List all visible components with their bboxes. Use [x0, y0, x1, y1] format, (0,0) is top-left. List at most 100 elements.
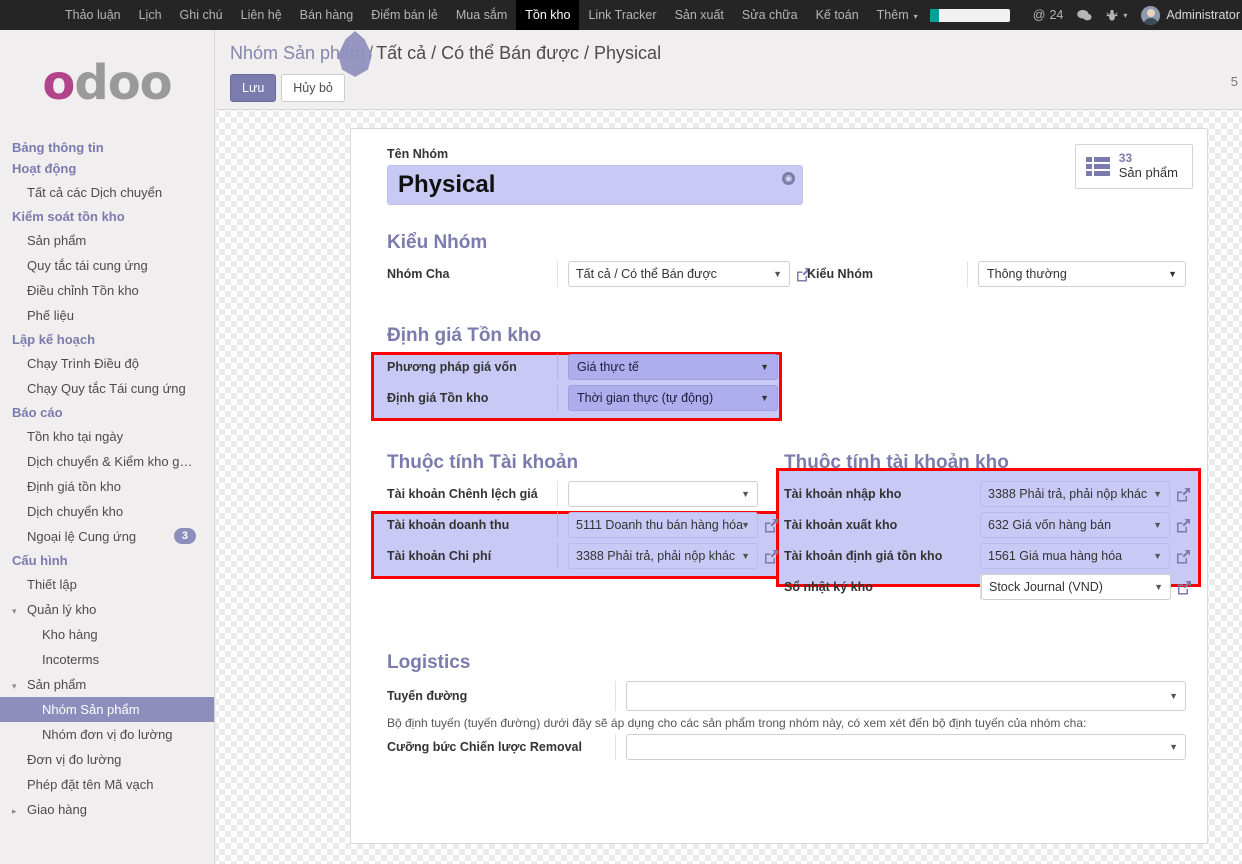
- app-menu-list: Thảo luận Lịch Ghi chú Liên hệ Bán hàng Điểm …: [0, 0, 927, 30]
- app-menu-link-tracker[interactable]: Link Tracker: [579, 0, 665, 30]
- sidebar-item-ph-li-u[interactable]: Phế liệu: [0, 303, 214, 328]
- stock-valuation-account-input[interactable]: 1561 Giá mua hàng hóa ▼: [980, 543, 1170, 569]
- sidebar-item-label: Sản phẩm: [27, 233, 87, 248]
- chevron-right-icon[interactable]: ▸: [12, 804, 17, 819]
- sidebar-section-title: Lập kế hoạch: [12, 332, 96, 347]
- sidebar-item-thi-t-l-p[interactable]: Thiết lập: [0, 572, 214, 597]
- sidebar-item-d-ch-chuy-n-kho[interactable]: Dịch chuyển kho: [0, 499, 214, 524]
- price-difference-account-input[interactable]: ▼: [568, 481, 758, 507]
- sidebar-item-nh-m-s-n-ph-m[interactable]: Nhóm Sản phẩm: [0, 697, 214, 722]
- expense-account-label: Tài khoản Chi phí: [387, 549, 492, 563]
- app-menu-liên-hệ[interactable]: Liên hệ: [232, 0, 291, 30]
- logistics-note: Bộ định tuyến (tuyến đường) dưới đây sẽ …: [387, 716, 1087, 730]
- stock-valuation-account-value: 1561 Giá mua hàng hóa: [988, 549, 1123, 563]
- sidebar-item-ch-y-quy-t-c-t-i-cung-ng[interactable]: Chạy Quy tắc Tái cung ứng: [0, 376, 214, 401]
- app-menu-label: Tồn kho: [525, 8, 571, 22]
- chevron-down-icon: ▼: [1154, 582, 1163, 592]
- sidebar-item-ch-y-tr-nh-i-u[interactable]: Chạy Trình Điều độ: [0, 351, 214, 376]
- routes-label: Tuyến đường: [387, 689, 468, 703]
- stock-valuation-account-external-link-icon[interactable]: [1175, 548, 1192, 565]
- stock-journal-external-link-icon[interactable]: [1176, 579, 1193, 596]
- save-button[interactable]: Lưu: [230, 74, 277, 102]
- sidebar-item-t-n-kho-t-i-ng-y[interactable]: Tồn kho tại ngày: [0, 424, 214, 449]
- parent-group-input[interactable]: Tất cả / Có thể Bán được ▼: [568, 261, 790, 287]
- stock-valuation-account-label: Tài khoản định giá tồn kho: [784, 549, 943, 563]
- account-properties-section-title: Thuộc tính Tài khoản: [387, 452, 579, 473]
- app-menu-sản-xuất[interactable]: Sản xuất: [666, 0, 733, 30]
- app-menu-tồn-kho[interactable]: Tồn kho: [516, 0, 580, 30]
- chat-bubble-icon[interactable]: [1070, 9, 1099, 22]
- app-menu-ghi-chú[interactable]: Ghi chú: [171, 0, 232, 30]
- breadcrumb: Nhóm Sản phẩm / Tất cả / Có thể Bán được /…: [230, 40, 1228, 66]
- chevron-down-icon: ▼: [1153, 489, 1162, 499]
- stock-input-account-input[interactable]: 3388 Phải trả, phải nộp khác ▼: [980, 481, 1170, 507]
- debug-bug-icon[interactable]: ▾: [1099, 9, 1134, 22]
- sidebar-item-t-t-c-c-c-d-ch-chuy-n[interactable]: Tất cả các Dịch chuyển: [0, 180, 214, 205]
- stock-input-account-external-link-icon[interactable]: [1175, 486, 1192, 503]
- breadcrumb-root[interactable]: Nhóm Sản phẩm: [230, 43, 365, 63]
- record-pager[interactable]: 5: [1231, 74, 1238, 89]
- logistics-section-title: Logistics: [387, 652, 471, 673]
- mentions-indicator[interactable]: @ 24: [1026, 8, 1071, 22]
- app-menu-label: Kế toán: [815, 8, 859, 22]
- app-menu-điểm-bán-lẻ[interactable]: Điểm bán lẻ: [362, 0, 447, 30]
- globe-translate-icon[interactable]: ◉: [782, 172, 795, 185]
- sidebar-item-quy-t-c-t-i-cung-ng[interactable]: Quy tắc tái cung ứng: [0, 253, 214, 278]
- chevron-down-icon: ▼: [760, 393, 769, 403]
- sidebar-item-ngo-i-l-cung-ng[interactable]: Ngoại lệ Cung ứng 3: [0, 524, 214, 549]
- app-menu-mua-sắm[interactable]: Mua sắm: [447, 0, 516, 30]
- product-count-stat-button[interactable]: 33 Sản phẩm: [1074, 144, 1193, 189]
- sidebar-item-nh-gi-t-n-kho[interactable]: Định giá tồn kho: [0, 474, 214, 499]
- app-menu-label: Sản xuất: [674, 8, 724, 22]
- sidebar-item-label: Nhóm Sản phẩm: [42, 702, 140, 717]
- income-account-external-link-icon[interactable]: [763, 517, 780, 534]
- expense-account-external-link-icon[interactable]: [763, 548, 780, 565]
- group-name-field[interactable]: Physical ◉: [387, 165, 803, 205]
- force-removal-strategy-input[interactable]: ▼: [626, 734, 1186, 760]
- sidebar-item-i-u-ch-nh-t-n-kho[interactable]: Điều chỉnh Tồn kho: [0, 278, 214, 303]
- chevron-down-icon[interactable]: ▾: [12, 604, 17, 619]
- sidebar-item-label: Điều chỉnh Tồn kho: [27, 283, 139, 298]
- app-menu-sửa-chữa[interactable]: Sửa chữa: [733, 0, 807, 30]
- sidebar-item-giao-h-ng[interactable]: ▸ Giao hàng: [0, 797, 214, 822]
- progress-bar: [929, 8, 1010, 22]
- costing-method-select[interactable]: Giá thực tế ▼: [568, 354, 778, 380]
- sidebar-item-n-v-o-l-ng[interactable]: Đơn vị đo lường: [0, 747, 214, 772]
- inventory-valuation-select[interactable]: Thời gian thực (tự động) ▼: [568, 385, 778, 411]
- sidebar-item-badge: 3: [173, 528, 196, 544]
- sidebar-item-s-n-ph-m[interactable]: ▾ Sản phẩm: [0, 672, 214, 697]
- stock-output-account-input[interactable]: 632 Giá vốn hàng bán ▼: [980, 512, 1170, 538]
- parent-group-label: Nhóm Cha: [387, 267, 450, 281]
- chevron-down-icon[interactable]: ▾: [12, 679, 17, 694]
- sidebar-item-d-ch-chuy-n-ki-m-kho-g[interactable]: Dịch chuyển & Kiểm kho g…: [0, 449, 214, 474]
- sidebar-item-label: Phép đặt tên Mã vạch: [27, 777, 154, 792]
- user-menu[interactable]: Administrator: [1134, 5, 1240, 25]
- sidebar-item-s-n-ph-m[interactable]: Sản phẩm: [0, 228, 214, 253]
- app-menu-thêm[interactable]: Thêm ▾: [868, 0, 927, 30]
- stock-journal-input[interactable]: Stock Journal (VND) ▼: [981, 574, 1171, 600]
- app-menu-thảo-luận[interactable]: Thảo luận: [56, 0, 130, 30]
- discard-button[interactable]: Hủy bỏ: [281, 74, 345, 102]
- group-type-select[interactable]: Thông thường ▼: [978, 261, 1186, 287]
- odoo-logo[interactable]: odoo: [0, 30, 214, 136]
- sidebar-item-nh-m-n-v-o-l-ng[interactable]: Nhóm đơn vị đo lường: [0, 722, 214, 747]
- app-menu-label: Ghi chú: [179, 8, 223, 22]
- app-menu-bán-hàng[interactable]: Bán hàng: [291, 0, 363, 30]
- sidebar-item-incoterms[interactable]: Incoterms: [0, 647, 214, 672]
- stock-output-account-external-link-icon[interactable]: [1175, 517, 1192, 534]
- stock-journal-value: Stock Journal (VND): [989, 580, 1103, 594]
- sidebar-item-qu-n-l-kho[interactable]: ▾ Quản lý kho: [0, 597, 214, 622]
- routes-input[interactable]: ▼: [626, 681, 1186, 711]
- app-menu-kế-toán[interactable]: Kế toán: [807, 0, 868, 30]
- user-name: Administrator: [1166, 8, 1240, 22]
- sidebar-item-kho-h-ng[interactable]: Kho hàng: [0, 622, 214, 647]
- sidebar-item-ph-p-t-t-n-m-v-ch[interactable]: Phép đặt tên Mã vạch: [0, 772, 214, 797]
- income-account-input[interactable]: 5111 Doanh thu bán hàng hóa ▼: [568, 512, 758, 538]
- form-sheet: 33 Sản phẩm Tên Nhóm Physical ◉ Kiểu Nhó…: [350, 128, 1208, 844]
- group-name-label: Tên Nhóm: [387, 147, 449, 161]
- inventory-valuation-section-title: Định giá Tồn kho: [387, 325, 542, 346]
- sidebar-item-label: Quy tắc tái cung ứng: [27, 258, 148, 273]
- app-menu-lịch[interactable]: Lịch: [130, 0, 171, 30]
- expense-account-input[interactable]: 3388 Phải trả, phải nộp khác ▼: [568, 543, 758, 569]
- app-menu-label: Lịch: [138, 8, 162, 22]
